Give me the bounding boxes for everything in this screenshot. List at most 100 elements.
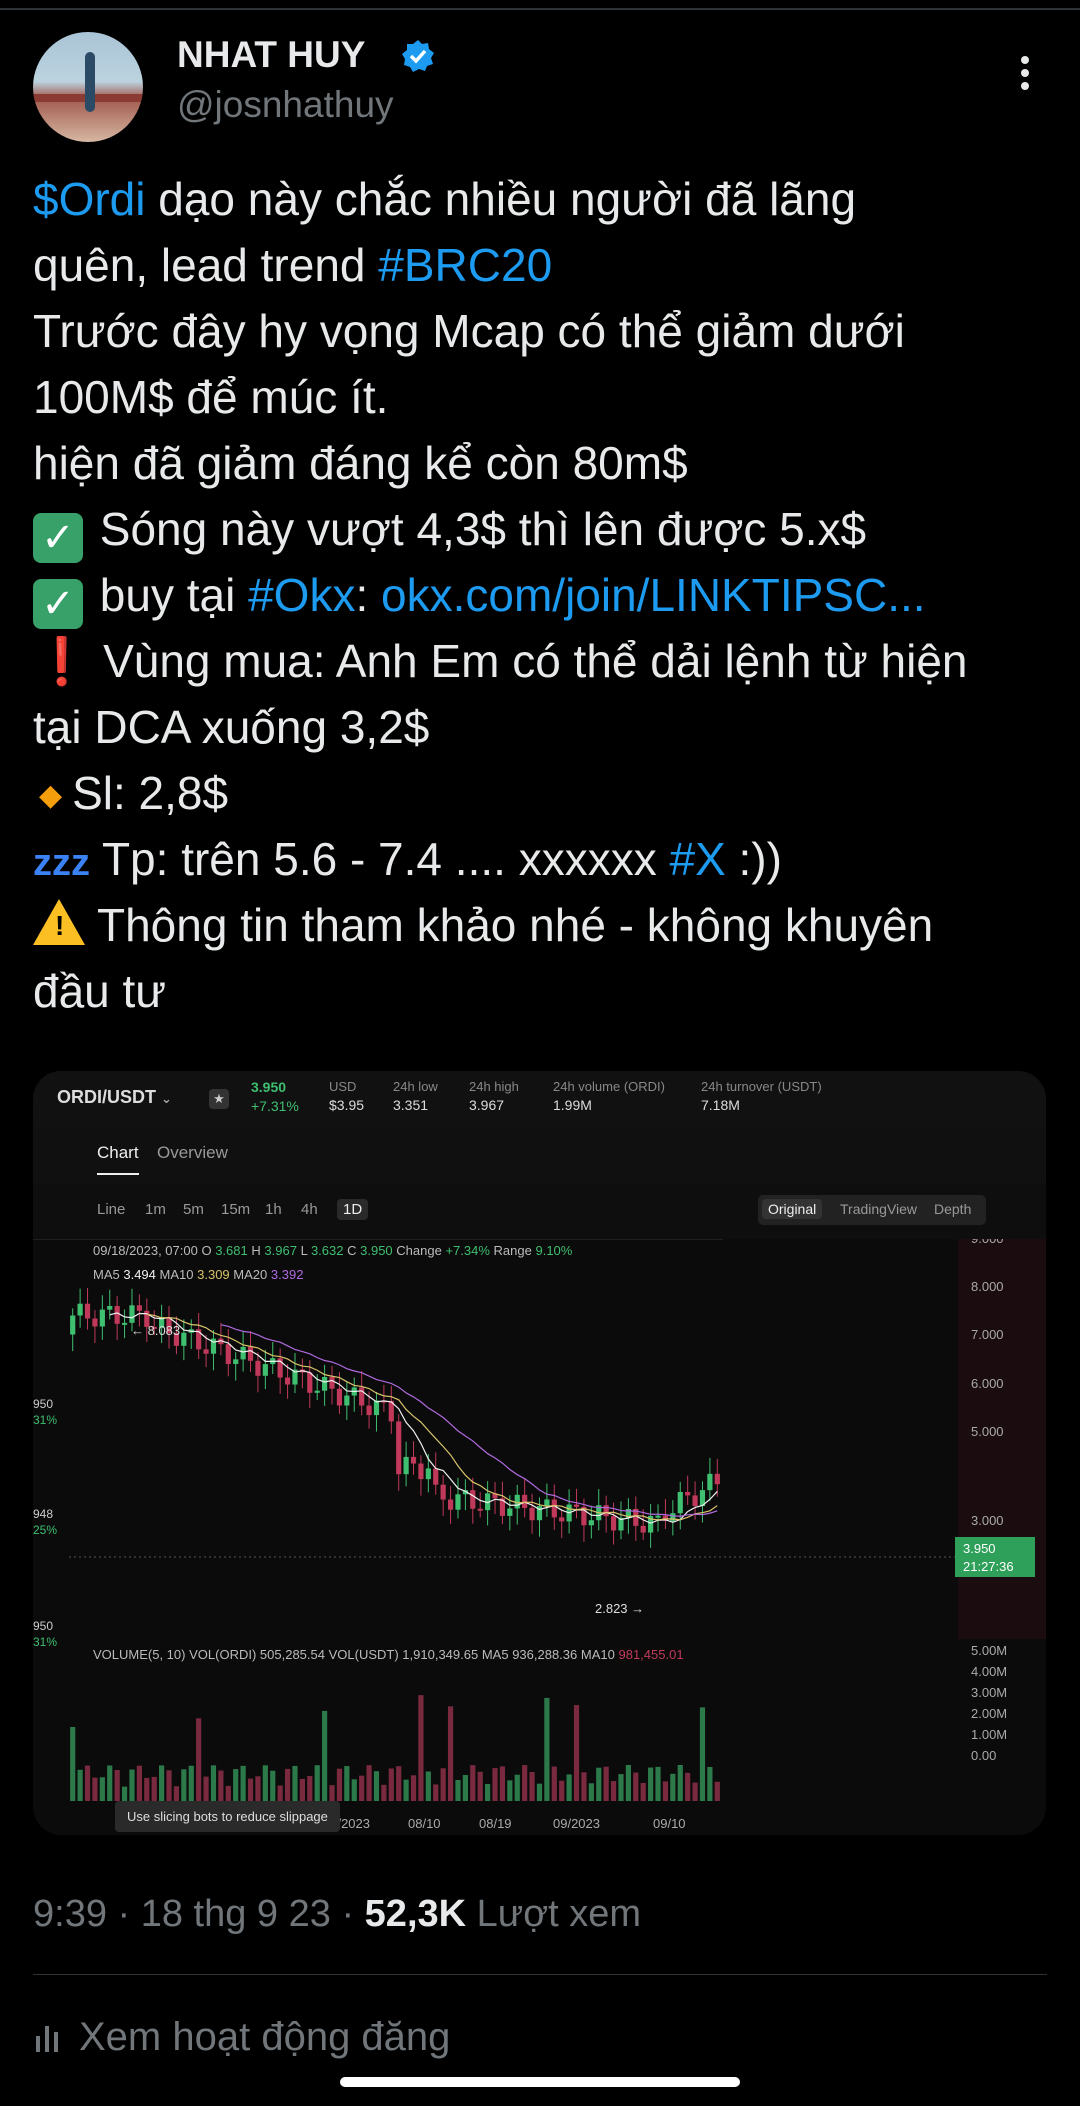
ticker-header: ORDI/USDT ⌄ 3.950 +7.31% USD $3.95 24h low… [33,1071,1046,1128]
candle [203,1349,209,1354]
view-post-activity[interactable]: Xem hoạt động đăng [33,2015,450,2060]
pair-name: ORDI/USDT [57,1087,156,1107]
tab-overview[interactable]: Overview [157,1143,228,1163]
volume-bar [210,1765,217,1801]
candle [529,1507,535,1521]
interval-15m[interactable]: 15m [221,1201,250,1218]
volume-bar [403,1779,409,1801]
volume-bar [344,1766,350,1801]
view-tradingview[interactable]: TradingView [840,1201,917,1217]
current-price-tag: 3.950 21:27:36 [955,1537,1035,1577]
interval-1m[interactable]: 1m [145,1201,166,1218]
volume-bar [322,1710,328,1801]
volume-bar [114,1769,120,1801]
volume-bar [188,1765,194,1801]
view-count: 52,3K [364,1893,467,1935]
zzz-icon: zzz [33,842,90,884]
volume-bar [129,1769,135,1801]
tab-chart[interactable]: Chart [97,1143,139,1175]
candle [522,1494,528,1508]
price-axis-label: 9.000 [971,1239,1004,1246]
tweet-line: Tp: trên 5.6 - 7.4 .... xxxxxx [90,833,670,885]
view-original[interactable]: Original [762,1199,823,1219]
hashtag-brc20[interactable]: #BRC20 [378,239,552,291]
user-handle[interactable]: @josnhathuy [177,84,394,126]
volume-bar [240,1765,246,1801]
candle [559,1517,565,1522]
tweet-line: Vùng mua: Anh Em có thể dải lệnh từ hiện [103,635,968,687]
interval-4h[interactable]: 4h [301,1201,318,1218]
okx-link[interactable]: okx.com/join/LINKTIPSC... [381,569,926,621]
candle [262,1364,268,1376]
volume-bar [440,1768,446,1801]
tweet-line: Thông tin tham khảo nhé - không khuyên [97,899,934,951]
candle [284,1377,291,1385]
volume-bar [284,1768,291,1801]
hashtag-okx[interactable]: #Okx [248,569,355,621]
interval-1d[interactable]: 1D [337,1199,369,1220]
volume-bar [640,1782,646,1801]
view-depth[interactable]: Depth [934,1201,971,1217]
volume-bar [366,1765,372,1801]
volume-bar [92,1777,98,1801]
volume-bar [151,1776,157,1801]
volume-bar [418,1695,424,1801]
volume-bar [677,1765,683,1801]
candle [136,1305,142,1311]
cashtag-ordi[interactable]: $Ordi [33,173,145,225]
interval-5m[interactable]: 5m [183,1201,204,1218]
pair-label[interactable]: ORDI/USDT ⌄ [57,1087,172,1108]
volume-bar [381,1784,387,1801]
activity-label: Xem hoạt động đăng [79,2015,451,2059]
tweet-line: hiện đã giảm đáng kể còn 80m$ [33,437,688,489]
ma10-line [146,1313,718,1521]
candle [322,1376,328,1391]
favorite-star-icon[interactable]: ★ [209,1089,229,1109]
avatar[interactable] [33,32,143,142]
volume-bar [447,1706,454,1801]
volume-bar [84,1765,91,1801]
candle [410,1456,417,1464]
usd-stat: USD $3.95 [329,1079,365,1113]
volume-bar [470,1765,476,1801]
turnover-stat: 24h turnover (USDT) 7.18M [701,1079,822,1113]
volume-bar [159,1765,165,1801]
candle [455,1494,461,1510]
volume-bar [410,1775,417,1801]
tweet-line: dạo này chắc nhiều người đã lãng [145,173,857,225]
chart-toolbar: Line 1m 5m 15m 1h 4h 1D Original Trading… [33,1183,1046,1240]
chart-screenshot[interactable]: ORDI/USDT ⌄ 3.950 +7.31% USD $3.95 24h low… [33,1071,1046,1835]
candle [84,1303,91,1319]
interval-line[interactable]: Line [97,1201,125,1218]
volume-bar [218,1770,224,1801]
candle [373,1400,380,1416]
volume-bar [203,1776,209,1801]
candle [225,1344,231,1364]
view-selector: Original TradingView Depth [758,1195,986,1225]
candle [129,1305,135,1323]
candle [181,1332,187,1346]
volume-bar [270,1770,276,1801]
candle [107,1306,113,1310]
volume-bar [277,1785,283,1801]
user-name[interactable]: NHAT HUY [177,34,365,76]
slicing-bots-toast[interactable]: Use slicing bots to reduce slippage [115,1801,340,1832]
volume-bar [610,1781,617,1801]
volume-bar [633,1772,639,1801]
hashtag-x[interactable]: #X [669,833,725,885]
volume-bar [433,1784,439,1801]
volume-bar [396,1766,402,1801]
volume-bar [692,1782,698,1801]
interval-1h[interactable]: 1h [265,1201,282,1218]
volume-bar [485,1784,491,1801]
more-options-icon[interactable] [1010,52,1040,98]
candle [314,1390,320,1393]
volume-bar [107,1765,113,1801]
candle [514,1494,520,1509]
volume-bar [359,1775,365,1801]
candlestick-chart[interactable]: 9.000 8.000 7.000 6.000 5.000 3.000 ← 8.083 2.8… [33,1239,1046,1639]
home-indicator[interactable] [340,2077,740,2087]
candle [544,1499,550,1507]
tweet-line: Sl: 2,8$ [72,767,229,819]
volume-axis-label: 0.00 [971,1748,996,1763]
